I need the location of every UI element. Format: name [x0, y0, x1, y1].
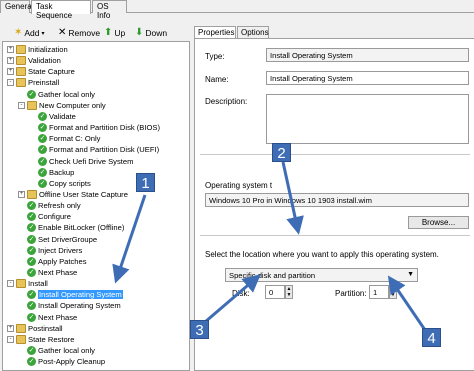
callout-2-arrow	[281, 161, 304, 235]
callout-arrows	[112, 161, 427, 331]
callout-1-arrow	[112, 194, 147, 284]
callout-4-badge: 4	[422, 328, 441, 347]
callout-3-arrow	[204, 274, 261, 324]
callout-2-badge: 2	[272, 143, 291, 162]
callout-4-arrow	[387, 275, 427, 331]
callout-1-badge: 1	[136, 173, 155, 192]
callout-3-badge: 3	[190, 320, 209, 339]
